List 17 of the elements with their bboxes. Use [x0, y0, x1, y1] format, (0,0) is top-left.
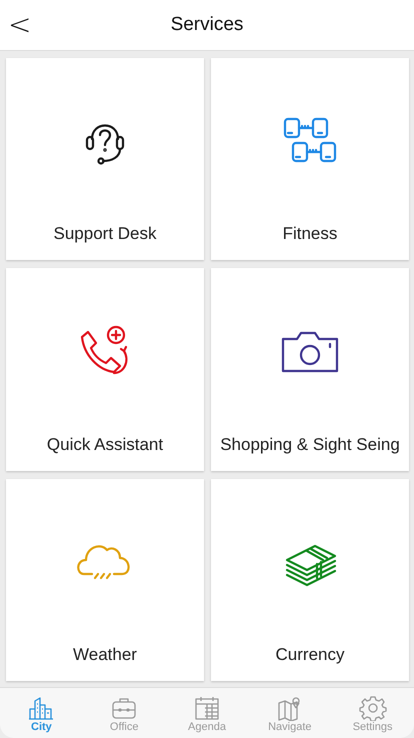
service-tile[interactable]: Weather	[6, 478, 204, 681]
settings-icon	[358, 695, 387, 721]
service-tile[interactable]: Quick Assistant	[6, 268, 204, 471]
service-tile[interactable]: Fitness	[211, 58, 409, 260]
service-label: Shopping & Sight Seing	[220, 434, 400, 455]
service-tile[interactable]: Support Desk	[6, 58, 204, 260]
service-tile[interactable]: Shopping & Sight Seing	[211, 268, 409, 471]
service-label: Quick Assistant	[46, 434, 164, 455]
service-label: Fitness	[282, 224, 338, 244]
service-label: Weather	[73, 644, 137, 665]
buildings-icon	[27, 695, 56, 721]
service-label: Currency	[276, 644, 344, 665]
calendar-icon	[192, 695, 221, 721]
service-label: Support Desk	[54, 224, 156, 244]
back-button[interactable]: <	[4, 8, 36, 41]
screen-title: Services	[170, 14, 244, 36]
service-tile[interactable]: Currency	[211, 478, 409, 681]
